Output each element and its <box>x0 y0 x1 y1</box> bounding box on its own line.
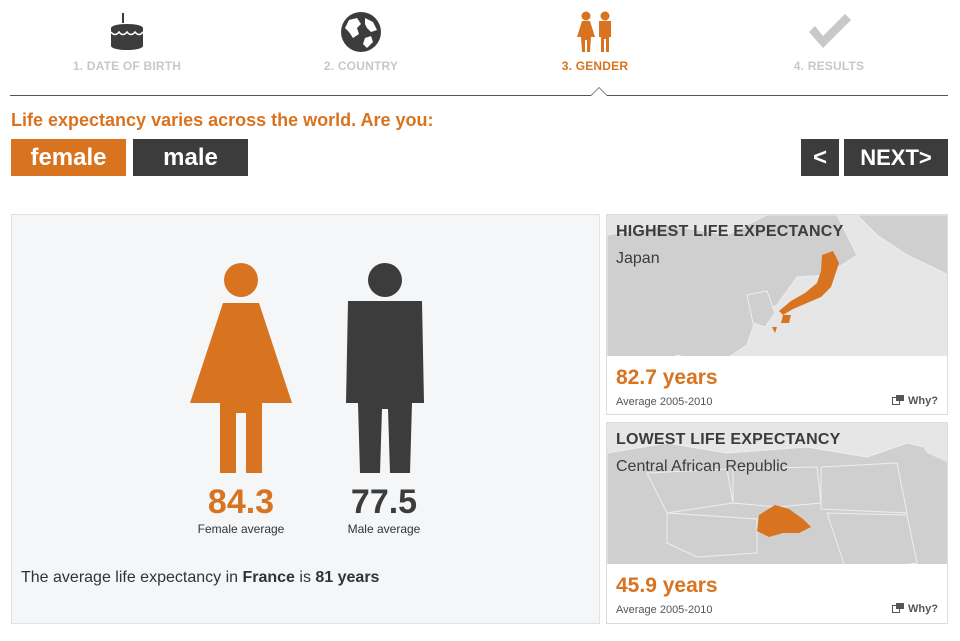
previous-button[interactable]: < <box>801 139 839 176</box>
lowest-stats: 45.9 years Average 2005-2010 Why? <box>607 564 947 623</box>
step-date-of-birth[interactable]: 1. DATE OF BIRTH <box>10 0 244 96</box>
highest-life-expectancy-card: HIGHEST LIFE EXPECTANCY Japan 82.7 years… <box>606 214 948 415</box>
progress-steps: 1. DATE OF BIRTH 2. COUNTRY 3. GENDER 4.… <box>10 0 948 96</box>
question-text: Life expectancy varies across the world.… <box>11 110 434 130</box>
active-step-pointer <box>590 87 608 96</box>
lowest-country: Central African Republic <box>616 458 788 475</box>
gender-comparison-panel: 84.3 Female average 77.5 Male average Th… <box>11 214 600 624</box>
external-link-icon <box>892 603 905 613</box>
step-label: 2. COUNTRY <box>323 59 399 73</box>
male-average-value: 77.5 <box>350 483 418 521</box>
highest-stats: 82.7 years Average 2005-2010 Why? <box>607 356 947 414</box>
globe-icon <box>341 12 381 52</box>
lowest-life-expectancy-card: LOWEST LIFE EXPECTANCY Central African R… <box>606 422 948 624</box>
female-average-label: Female average <box>197 522 285 536</box>
highest-years: 82.7 years <box>616 366 718 389</box>
male-average-label: Male average <box>347 522 421 536</box>
highest-period: Average 2005-2010 <box>616 396 713 408</box>
lowest-why-link[interactable]: Why? <box>892 603 938 615</box>
gender-icon <box>577 11 611 52</box>
highest-country: Japan <box>616 250 660 267</box>
lowest-period: Average 2005-2010 <box>616 604 713 616</box>
checkmark-icon <box>809 14 851 48</box>
lowest-title: LOWEST LIFE EXPECTANCY <box>616 431 841 448</box>
birthday-cake-icon <box>110 13 144 50</box>
female-average-value: 84.3 <box>207 483 275 521</box>
summary-country: France <box>242 569 295 586</box>
female-button[interactable]: female <box>11 139 126 176</box>
step-gender[interactable]: 3. GENDER <box>478 0 712 96</box>
step-label: 3. GENDER <box>561 59 629 73</box>
summary-value: 81 years <box>315 569 380 586</box>
step-results[interactable]: 4. RESULTS <box>712 0 946 96</box>
country-summary: The average life expectancy in France is… <box>21 569 380 586</box>
step-label: 1. DATE OF BIRTH <box>72 59 182 73</box>
highest-title: HIGHEST LIFE EXPECTANCY <box>616 223 844 240</box>
male-button[interactable]: male <box>133 139 248 176</box>
step-label: 4. RESULTS <box>793 59 865 73</box>
male-figure-icon <box>346 263 424 473</box>
next-button[interactable]: NEXT> <box>844 139 948 176</box>
step-country[interactable]: 2. COUNTRY <box>244 0 478 96</box>
lowest-years: 45.9 years <box>616 574 718 597</box>
external-link-icon <box>892 395 905 405</box>
highest-why-link[interactable]: Why? <box>892 395 938 407</box>
female-figure-icon <box>190 263 292 473</box>
